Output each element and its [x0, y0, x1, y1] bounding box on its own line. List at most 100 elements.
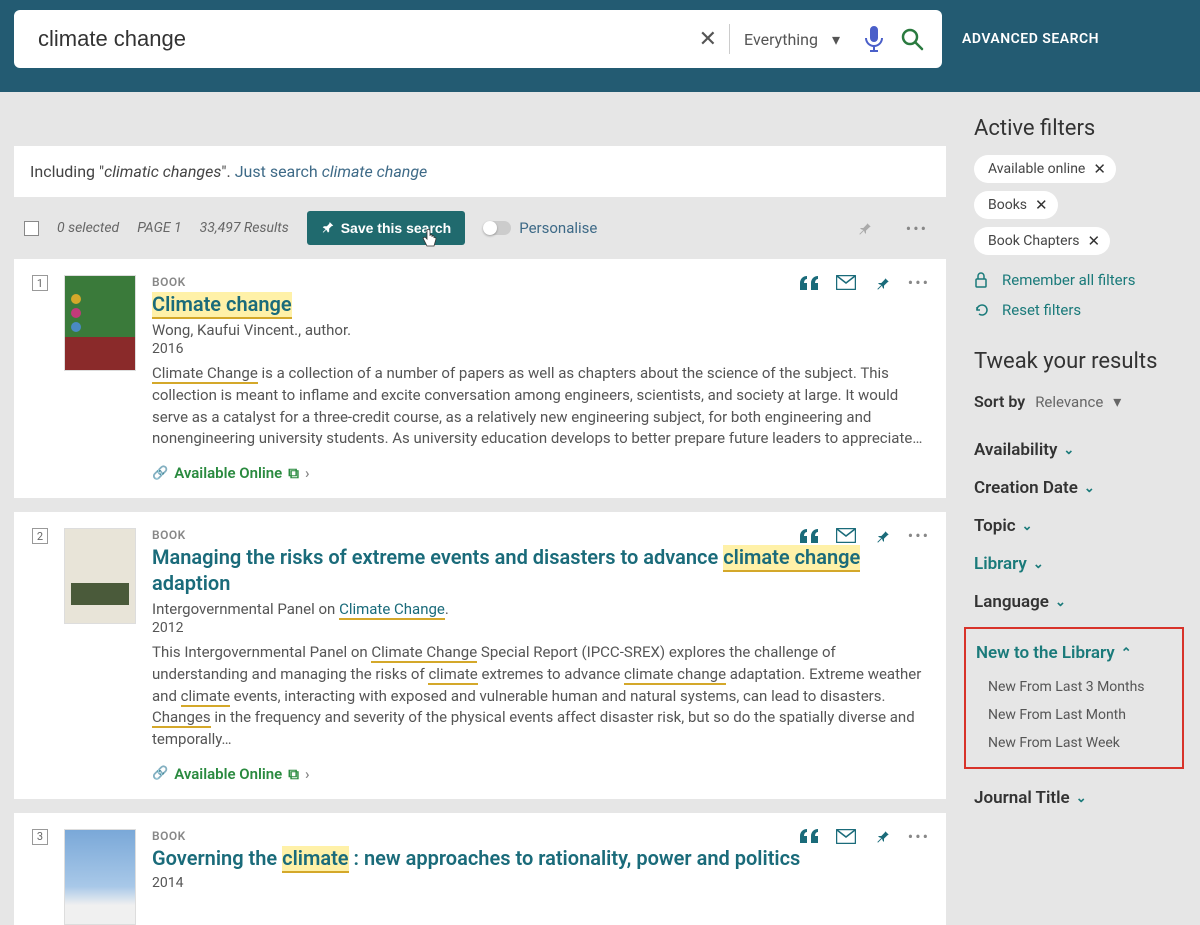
chevron-down-icon: ▾	[832, 30, 840, 49]
cursor-pointer-icon	[421, 229, 437, 249]
result-thumbnail[interactable]	[64, 275, 136, 371]
result-title[interactable]: Managing the risks of extreme events and…	[152, 544, 928, 596]
toggle-switch[interactable]	[483, 221, 511, 235]
results-toolbar: 0 selected PAGE 1 33,497 Results Save th…	[0, 197, 960, 259]
sort-label: Sort by	[974, 392, 1025, 411]
link-icon: 🔗	[152, 766, 168, 781]
more-actions-icon[interactable]: •••	[898, 219, 936, 238]
chevron-down-icon: ▾	[1113, 392, 1121, 411]
chevron-right-icon: ›	[305, 765, 310, 783]
sort-by-row[interactable]: Sort by Relevance ▾	[974, 392, 1186, 411]
facet-new-to-library[interactable]: New to the Library⌃	[976, 639, 1172, 673]
pin-icon[interactable]	[874, 275, 890, 291]
email-icon[interactable]	[836, 829, 856, 844]
link-icon: 🔗	[152, 466, 168, 481]
facet-topic[interactable]: Topic⌄	[974, 507, 1186, 545]
email-icon[interactable]	[836, 528, 856, 543]
chevron-down-icon: ⌄	[1033, 557, 1044, 572]
result-description: This Intergovernmental Panel on Climate …	[152, 642, 928, 751]
expansion-term: climatic changes	[104, 162, 221, 181]
clear-search-icon[interactable]: ✕	[687, 27, 729, 52]
expansion-suffix: ".	[221, 162, 234, 181]
facet-language[interactable]: Language⌄	[974, 583, 1186, 621]
result-actions: •••	[800, 273, 930, 292]
chevron-down-icon: ⌄	[1076, 791, 1087, 806]
result-description: Climate Change is a collection of a numb…	[152, 363, 928, 450]
available-online-link[interactable]: 🔗 Available Online ⧉ ›	[152, 464, 928, 482]
result-item: 2 BOOK Managing the risks of extreme eve…	[14, 512, 946, 799]
microphone-icon[interactable]	[854, 26, 894, 52]
facet-option[interactable]: New From Last 3 Months	[976, 673, 1172, 701]
facet-creation-date[interactable]: Creation Date⌄	[974, 469, 1186, 507]
quote-icon[interactable]	[800, 276, 818, 290]
select-all-checkbox[interactable]	[24, 221, 39, 236]
tweak-results-heading: Tweak your results	[974, 349, 1186, 374]
selected-count: 0 selected	[57, 220, 119, 236]
email-icon[interactable]	[836, 275, 856, 290]
filter-chip[interactable]: Available online✕	[974, 155, 1116, 183]
search-input[interactable]	[26, 26, 687, 52]
chevron-down-icon: ⌄	[1055, 595, 1066, 610]
result-title[interactable]: Governing the climate : new approaches t…	[152, 845, 928, 871]
remember-filters-link[interactable]: Remember all filters	[974, 269, 1186, 291]
facet-new-to-library-box: New to the Library⌃ New From Last 3 Mont…	[964, 627, 1184, 769]
facet-option[interactable]: New From Last Week	[976, 729, 1172, 757]
chevron-right-icon: ›	[305, 464, 310, 482]
search-icon[interactable]	[894, 27, 930, 51]
filter-chip[interactable]: Books✕	[974, 191, 1058, 219]
result-year: 2012	[152, 620, 928, 636]
result-thumbnail[interactable]	[64, 528, 136, 624]
facet-journal-title[interactable]: Journal Title⌄	[974, 779, 1186, 817]
result-thumbnail[interactable]	[64, 829, 136, 925]
remove-chip-icon[interactable]: ✕	[1093, 160, 1106, 178]
result-author: Wong, Kaufui Vincent., author.	[152, 321, 928, 339]
results-column: Including "climatic changes". Just searc…	[0, 92, 960, 925]
just-search-link[interactable]: Just search climate change	[235, 162, 428, 181]
result-item: 3 BOOK Governing the climate : new appro…	[14, 813, 946, 925]
pin-icon[interactable]	[874, 828, 890, 844]
result-author: Intergovernmental Panel on Climate Chang…	[152, 600, 928, 618]
more-icon[interactable]: •••	[908, 273, 930, 292]
remove-chip-icon[interactable]: ✕	[1088, 232, 1101, 250]
filter-chips: Available online✕ Books✕ Book Chapters✕	[974, 155, 1186, 255]
available-online-link[interactable]: 🔗 Available Online ⧉ ›	[152, 765, 928, 783]
result-title[interactable]: Climate change	[152, 291, 928, 317]
scope-label: Everything	[744, 30, 818, 49]
chevron-down-icon: ⌄	[1022, 519, 1033, 534]
sidebar: Active filters Available online✕ Books✕ …	[960, 92, 1200, 925]
chevron-down-icon: ⌄	[1063, 443, 1074, 458]
facet-library[interactable]: Library⌄	[974, 545, 1186, 583]
chevron-up-icon: ⌃	[1121, 646, 1132, 661]
result-actions: •••	[800, 827, 930, 846]
facet-availability[interactable]: Availability⌄	[974, 431, 1186, 469]
pin-icon	[321, 221, 335, 235]
active-filters-heading: Active filters	[974, 116, 1186, 141]
external-link-icon: ⧉	[288, 464, 299, 482]
lock-icon	[974, 272, 992, 288]
pin-all-icon[interactable]	[848, 220, 880, 236]
remove-chip-icon[interactable]: ✕	[1035, 196, 1048, 214]
quote-icon[interactable]	[800, 529, 818, 543]
result-year: 2016	[152, 341, 928, 357]
more-icon[interactable]: •••	[908, 827, 930, 846]
result-year: 2014	[152, 875, 928, 891]
reset-filters-link[interactable]: Reset filters	[974, 299, 1186, 321]
result-number: 3	[32, 829, 48, 845]
query-expansion-bar: Including "climatic changes". Just searc…	[14, 146, 946, 197]
pin-icon[interactable]	[874, 528, 890, 544]
chevron-down-icon: ⌄	[1084, 481, 1095, 496]
quote-icon[interactable]	[800, 829, 818, 843]
search-scope-dropdown[interactable]: Everything ▾	[730, 30, 854, 49]
result-actions: •••	[800, 526, 930, 545]
facet-option[interactable]: New From Last Month	[976, 701, 1172, 729]
advanced-search-link[interactable]: ADVANCED SEARCH	[962, 31, 1099, 47]
external-link-icon: ⧉	[288, 765, 299, 783]
search-header: ✕ Everything ▾ ADVANCED SEARCH	[0, 0, 1200, 92]
search-box: ✕ Everything ▾	[14, 10, 942, 68]
more-icon[interactable]: •••	[908, 526, 930, 545]
filter-chip[interactable]: Book Chapters✕	[974, 227, 1110, 255]
page-info: PAGE 1	[137, 220, 181, 236]
result-count: 33,497 Results	[200, 220, 289, 236]
save-search-button[interactable]: Save this search	[307, 211, 466, 245]
personalise-toggle[interactable]: Personalise	[483, 219, 597, 237]
